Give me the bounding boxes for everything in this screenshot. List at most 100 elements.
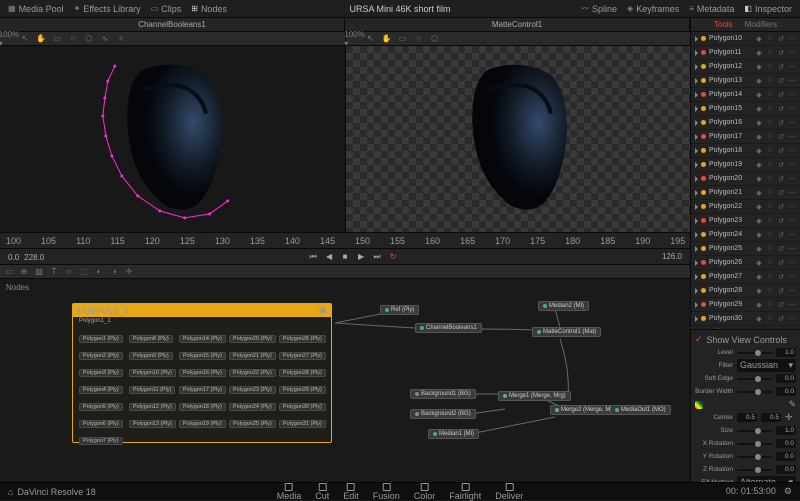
- blur-icon[interactable]: ◐: [94, 267, 104, 277]
- expand-icon[interactable]: [695, 274, 698, 280]
- visible-icon[interactable]: ○: [766, 105, 774, 112]
- visible-icon[interactable]: ○: [766, 259, 774, 266]
- ellipse-icon[interactable]: ○: [414, 34, 424, 44]
- page-media[interactable]: Media: [277, 483, 302, 501]
- group-node[interactable]: Polygon1 (Ply): [79, 335, 123, 343]
- expand-icon[interactable]: [695, 218, 698, 224]
- visible-icon[interactable]: ○: [766, 287, 774, 294]
- more-icon[interactable]: ⋯: [788, 161, 796, 169]
- more-icon[interactable]: ⋯: [788, 245, 796, 253]
- keyframe-icon[interactable]: ◆: [755, 147, 763, 155]
- expand-icon[interactable]: [695, 176, 698, 182]
- expand-icon[interactable]: [695, 246, 698, 252]
- tracker-icon[interactable]: ✛: [124, 267, 134, 277]
- polygon-list[interactable]: Polygon10◆○↺⋯Polygon11◆○↺⋯Polygon12◆○↺⋯P…: [691, 32, 800, 329]
- expand-icon[interactable]: [695, 316, 698, 322]
- more-icon[interactable]: ⋯: [788, 287, 796, 295]
- expand-icon[interactable]: [695, 106, 698, 112]
- keyframe-icon[interactable]: ◆: [755, 189, 763, 197]
- visible-icon[interactable]: ○: [766, 91, 774, 98]
- expand-icon[interactable]: [695, 134, 698, 140]
- more-icon[interactable]: ⋯: [788, 259, 796, 267]
- expand-icon[interactable]: [695, 190, 698, 196]
- keyframe-icon[interactable]: ◆: [755, 35, 763, 43]
- reset-icon[interactable]: ↺: [777, 161, 785, 169]
- group-node[interactable]: Polygon3 (Ply): [79, 369, 123, 377]
- visible-icon[interactable]: ○: [766, 189, 774, 196]
- node-mediaout[interactable]: MediaOut1 (MO): [610, 405, 671, 415]
- group-node[interactable]: Polygon11 (Ply): [129, 386, 175, 394]
- hand-icon[interactable]: ✋: [36, 34, 46, 44]
- tab-metadata[interactable]: ≡ Metadata: [689, 4, 734, 14]
- polygon-row[interactable]: Polygon14◆○↺⋯: [691, 88, 800, 102]
- expand-icon[interactable]: [695, 162, 698, 168]
- node-channelbooleans[interactable]: ChannelBooleans1: [415, 323, 482, 333]
- polygon-row[interactable]: Polygon24◆○↺⋯: [691, 228, 800, 242]
- zoom-dropdown-r[interactable]: 100% ▾: [350, 34, 360, 44]
- group-node[interactable]: Polygon16 (Ply): [179, 369, 226, 377]
- inspector-tab-modifiers[interactable]: Modifiers: [745, 20, 777, 29]
- group-node[interactable]: Polygon23 (Ply): [229, 386, 276, 394]
- tab-clips[interactable]: ▭ Clips: [151, 4, 182, 14]
- hand-icon[interactable]: ✋: [382, 34, 392, 44]
- node-background1[interactable]: Background1 (BG): [410, 389, 476, 399]
- keyframe-icon[interactable]: ◆: [755, 119, 763, 127]
- polygon-row[interactable]: Polygon28◆○↺⋯: [691, 284, 800, 298]
- polygon-row[interactable]: Polygon26◆○↺⋯: [691, 256, 800, 270]
- merge-icon[interactable]: ⊕: [19, 267, 29, 277]
- group-node[interactable]: Polygon15 (Ply): [179, 352, 226, 360]
- more-icon[interactable]: ⋯: [788, 203, 796, 211]
- reset-icon[interactable]: ↺: [777, 105, 785, 113]
- expand-icon[interactable]: [695, 148, 698, 154]
- more-icon[interactable]: ⋯: [788, 189, 796, 197]
- more-icon[interactable]: ⋯: [788, 119, 796, 127]
- expand-icon[interactable]: [695, 288, 698, 294]
- zoom-dropdown[interactable]: 100% ▾: [4, 34, 14, 44]
- polygon-row[interactable]: Polygon21◆○↺⋯: [691, 186, 800, 200]
- page-fairlight[interactable]: Fairlight: [449, 483, 481, 501]
- ellipse-icon[interactable]: ○: [68, 34, 78, 44]
- visible-icon[interactable]: ○: [766, 77, 774, 84]
- polygon-row[interactable]: Polygon18◆○↺⋯: [691, 144, 800, 158]
- play-button[interactable]: ▶: [356, 252, 366, 262]
- more-icon[interactable]: ⋯: [788, 217, 796, 225]
- expand-icon[interactable]: [695, 92, 698, 98]
- tab-media-pool[interactable]: ▦ Media Pool: [8, 4, 64, 14]
- group-node[interactable]: Polygon6 (Ply): [79, 420, 123, 428]
- center-y-field[interactable]: 0.5: [761, 413, 781, 422]
- keyframe-icon[interactable]: ◆: [755, 217, 763, 225]
- expand-icon[interactable]: [695, 36, 698, 42]
- more-icon[interactable]: ⋯: [788, 35, 796, 43]
- group-node[interactable]: Polygon18 (Ply): [179, 403, 226, 411]
- group-node[interactable]: Polygon17 (Ply): [179, 386, 226, 394]
- reset-icon[interactable]: ↺: [777, 273, 785, 281]
- polygon-row[interactable]: Polygon16◆○↺⋯: [691, 116, 800, 130]
- keyframe-icon[interactable]: ◆: [755, 273, 763, 281]
- group-node[interactable]: Polygon10 (Ply): [129, 369, 176, 377]
- keyframe-icon[interactable]: ◆: [755, 105, 763, 113]
- inspector-tab-tools[interactable]: Tools: [714, 20, 733, 29]
- polygon-row[interactable]: Polygon10◆○↺⋯: [691, 32, 800, 46]
- time-ruler[interactable]: 1001051101151201251301351401451501551601…: [0, 233, 690, 249]
- last-frame-button[interactable]: ⏭: [372, 252, 382, 262]
- group-node[interactable]: Polygon4 (Ply): [79, 386, 123, 394]
- group-node[interactable]: Polygon24 (Ply): [229, 403, 276, 411]
- polygon-row[interactable]: Polygon27◆○↺⋯: [691, 270, 800, 284]
- tab-inspector[interactable]: ◧ Inspector: [744, 4, 792, 14]
- expand-icon[interactable]: [695, 120, 698, 126]
- viewer-left[interactable]: [0, 46, 346, 232]
- text-icon[interactable]: T: [49, 267, 59, 277]
- reset-icon[interactable]: ↺: [777, 287, 785, 295]
- tab-spline[interactable]: 〰 Spline: [581, 3, 617, 14]
- node-ref[interactable]: Ref (Ply): [380, 305, 419, 315]
- visible-icon[interactable]: ○: [766, 231, 774, 238]
- group-node[interactable]: Polygon2 (Ply): [79, 352, 123, 360]
- level-slider[interactable]: [737, 352, 772, 354]
- keyframe-icon[interactable]: ◆: [755, 175, 763, 183]
- group-node[interactable]: Polygon30 (Ply): [279, 403, 326, 411]
- reset-icon[interactable]: ↺: [777, 77, 785, 85]
- visible-icon[interactable]: ○: [766, 147, 774, 154]
- polygon-row[interactable]: Polygon17◆○↺⋯: [691, 130, 800, 144]
- center-x-field[interactable]: 0.5: [737, 413, 757, 422]
- more-icon[interactable]: ⋯: [788, 147, 796, 155]
